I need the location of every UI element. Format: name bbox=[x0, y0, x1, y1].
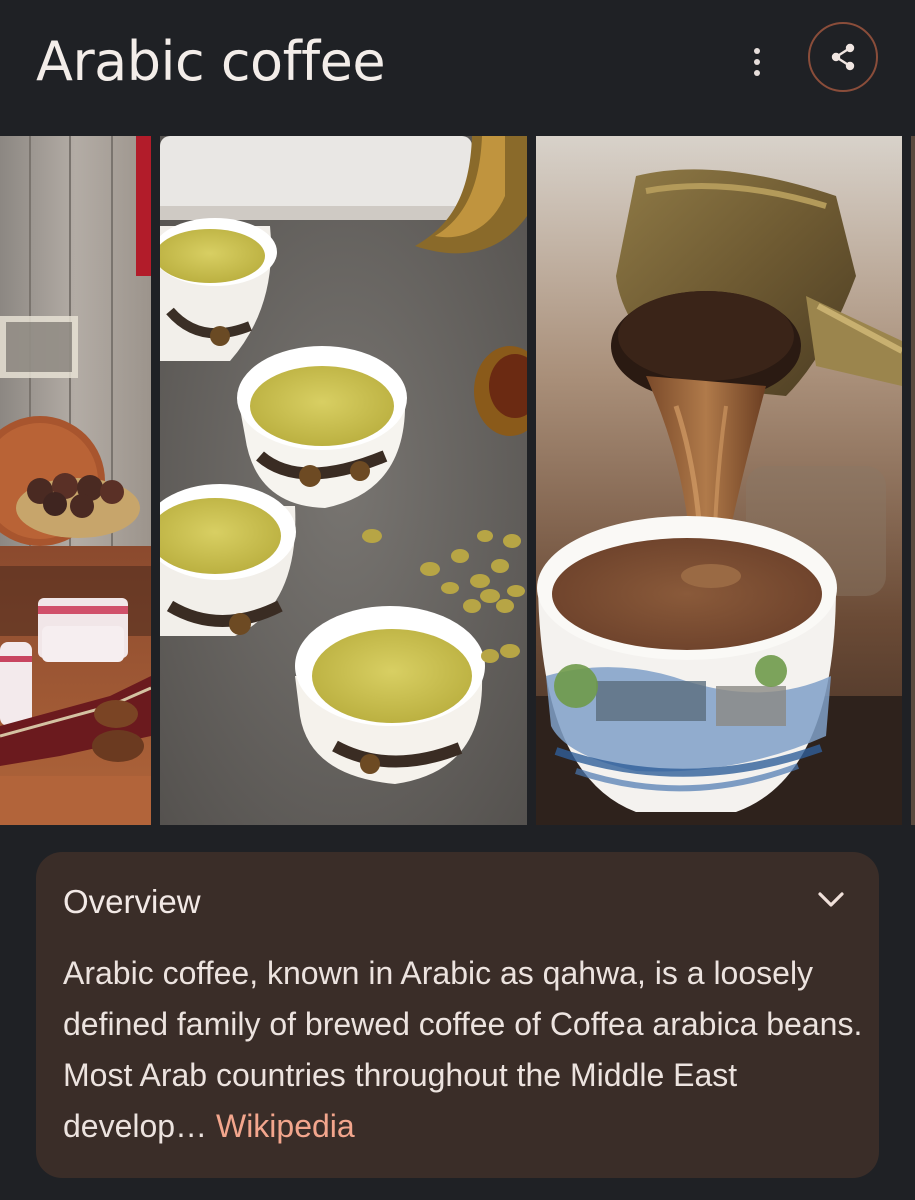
header: Arabic coffee bbox=[0, 0, 915, 130]
overview-text: Arabic coffee, known in Arabic as qahwa,… bbox=[63, 955, 863, 1144]
arabic-coffee-cups-with-dates-photo[interactable] bbox=[0, 136, 151, 825]
share-button[interactable] bbox=[808, 22, 878, 92]
coffee-pouring-from-dallah-photo[interactable] bbox=[536, 136, 902, 825]
image-gallery[interactable] bbox=[0, 136, 915, 825]
knowledge-panel: Arabic coffee Overview Arabic coffee, kn… bbox=[0, 0, 915, 1200]
next-photo-partial[interactable] bbox=[911, 136, 915, 825]
overview-card: Overview Arabic coffee, known in Arabic … bbox=[36, 852, 879, 1178]
yellow-qahwa-cups-with-cardamom-photo[interactable] bbox=[160, 136, 527, 825]
wikipedia-source-link[interactable]: Wikipedia bbox=[216, 1108, 355, 1144]
overview-description: Arabic coffee, known in Arabic as qahwa,… bbox=[63, 948, 863, 1152]
chevron-down-icon[interactable] bbox=[813, 884, 849, 914]
share-icon bbox=[831, 43, 855, 71]
page-title: Arabic coffee bbox=[36, 30, 386, 93]
more-options-button[interactable] bbox=[737, 40, 777, 84]
overview-heading: Overview bbox=[63, 883, 201, 920]
more-vert-icon bbox=[754, 48, 760, 76]
